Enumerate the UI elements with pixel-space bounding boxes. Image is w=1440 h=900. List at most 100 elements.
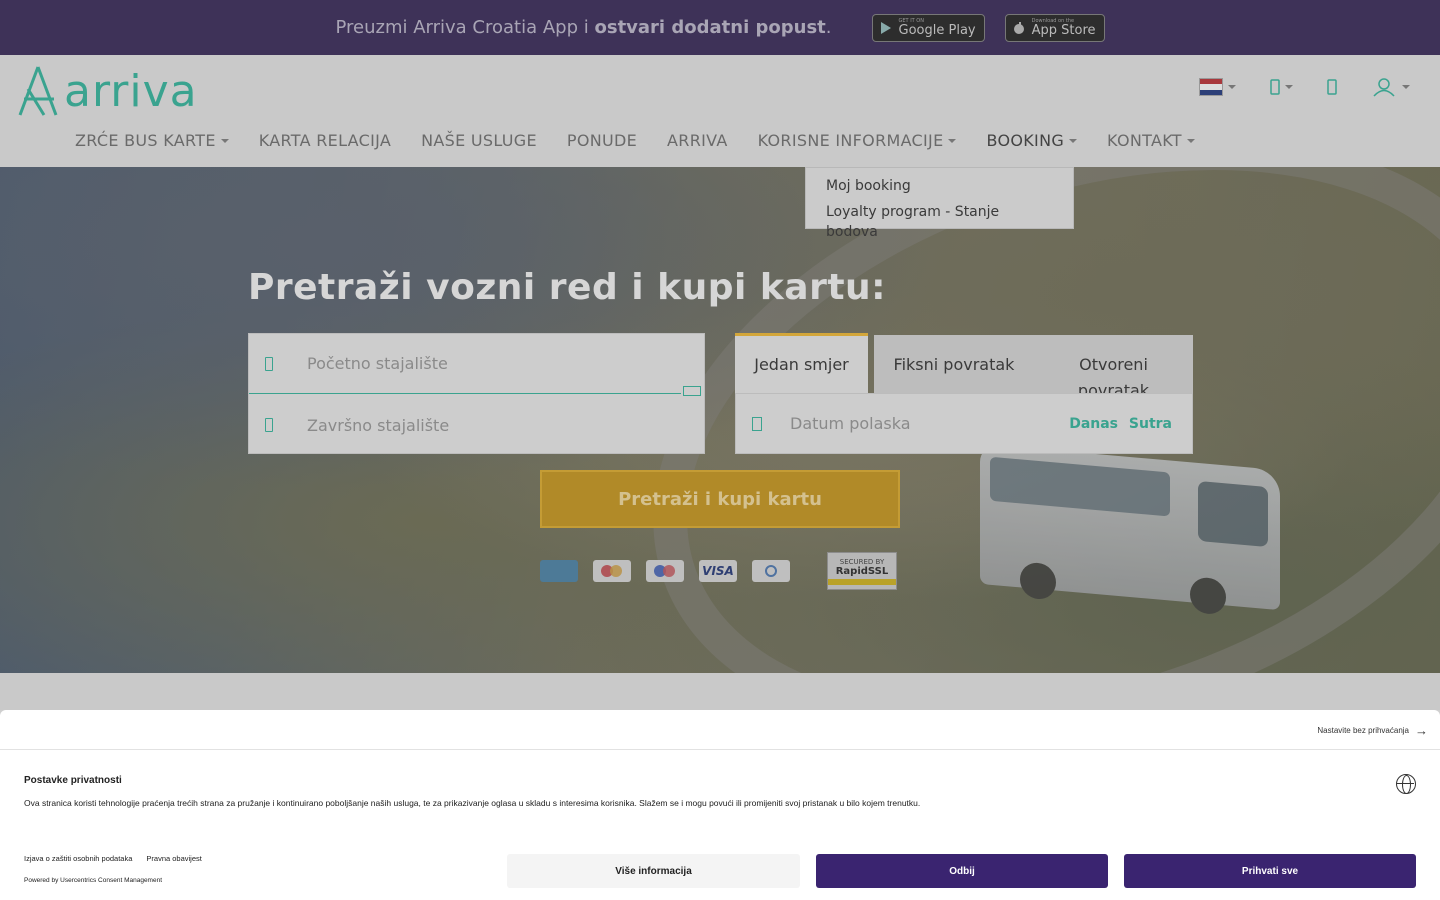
google-play-badge[interactable]: GET IT ON Google Play: [871, 13, 985, 42]
nav-label: BOOKING: [986, 131, 1065, 150]
nav-kontakt[interactable]: KONTAKT: [1092, 127, 1210, 155]
croatia-flag-icon: [1199, 78, 1223, 96]
nav-label: PONUDE: [566, 131, 638, 150]
promo-text-prefix: Preuzmi Arriva Croatia App i: [335, 17, 595, 38]
more-info-label: Više informacija: [615, 865, 692, 877]
stops-form: Početno stajalište Završno stajalište: [248, 333, 705, 454]
tab-label: Otvoreni: [1079, 354, 1148, 374]
nav-booking[interactable]: BOOKING: [971, 127, 1092, 155]
to-field[interactable]: Završno stajalište: [249, 395, 704, 455]
consent-links: Izjava o zaštiti osobnih podataka Pravna…: [24, 854, 216, 863]
quick-date-links: Danas Sutra: [1063, 416, 1172, 432]
amex-icon: [540, 560, 578, 582]
hero-title: Pretraži vozni red i kupi kartu:: [248, 267, 887, 308]
tab-label: Jedan smjer: [754, 355, 849, 374]
payment-methods: VISA SECURED BY RapidSSL: [540, 552, 897, 590]
nav-label: KORISNE INFORMACIJE: [757, 131, 944, 150]
hero-section: Pretraži vozni red i kupi kartu: Početno…: [0, 167, 1440, 673]
consent-body: Ova stranica koristi tehnologije praćenj…: [24, 798, 921, 808]
maestro-icon: [646, 560, 684, 582]
cart-button[interactable]: [1327, 79, 1337, 95]
dropdown-item-moj-booking[interactable]: Moj booking: [806, 176, 1073, 202]
arriva-logo[interactable]: arriva: [14, 65, 198, 117]
promo-text-suffix: .: [825, 17, 832, 38]
promo-text-bold: ostvari dodatni popust: [594, 17, 826, 38]
accept-label: Prihvati sve: [1241, 865, 1299, 877]
search-buy-button[interactable]: Pretraži i kupi kartu: [540, 470, 900, 528]
privacy-policy-link[interactable]: Izjava o zaštiti osobnih podataka: [24, 854, 132, 863]
google-play-icon: [880, 21, 891, 34]
from-field[interactable]: Početno stajalište: [249, 334, 681, 394]
phone-menu[interactable]: [1270, 79, 1293, 95]
nav-nase-usluge[interactable]: NAŠE USLUGE: [406, 127, 552, 155]
app-store-big-text: App Store: [1031, 23, 1096, 38]
chevron-down-icon: [1069, 139, 1078, 143]
search-button-label: Pretraži i kupi kartu: [618, 488, 822, 510]
bus-image: [980, 443, 1280, 616]
mastercard-icon: [593, 560, 631, 582]
departure-date-field[interactable]: Datum polaska Danas Sutra: [735, 393, 1193, 454]
diners-club-icon: [752, 560, 790, 582]
chevron-down-icon: [1228, 85, 1236, 89]
tab-fixed-return[interactable]: Fiksni povratak: [874, 335, 1034, 393]
language-selector[interactable]: [1199, 78, 1236, 96]
language-globe-icon[interactable]: [1396, 774, 1416, 794]
continue-label: Nastavite bez prihvaćanja: [1317, 726, 1409, 735]
google-play-big-text: Google Play: [898, 23, 976, 38]
ssl-line2: RapidSSL: [835, 565, 889, 577]
location-pin-icon: [265, 418, 273, 432]
arrow-right-icon: →: [1415, 723, 1428, 738]
ssl-line1: SECURED BY: [839, 557, 885, 566]
legal-notice-link[interactable]: Pravna obavijest: [146, 854, 201, 863]
chevron-down-icon: [1285, 85, 1293, 89]
nav-karta-relacija[interactable]: KARTA RELACIJA: [244, 127, 406, 155]
trip-options: Jedan smjer Fiksni povratak Otvoreni povr…: [735, 333, 1193, 454]
nav-label: KONTAKT: [1107, 131, 1182, 150]
app-promo-bar: Preuzmi Arriva Croatia App i ostvari dod…: [0, 0, 1440, 55]
nav-arriva[interactable]: ARRIVA: [652, 127, 743, 155]
cart-icon: [1327, 79, 1337, 95]
nav-label: NAŠE USLUGE: [421, 131, 537, 150]
accept-all-button[interactable]: Prihvati sve: [1124, 854, 1416, 888]
continue-without-accepting[interactable]: Nastavite bez prihvaćanja →: [1317, 723, 1428, 738]
from-placeholder: Početno stajalište: [307, 354, 448, 373]
nav-zrce-bus-karte[interactable]: ZRĆE BUS KARTE: [60, 127, 244, 155]
tab-open-return[interactable]: Otvoreni povratak: [1034, 335, 1193, 400]
more-info-button[interactable]: Više informacija: [507, 854, 800, 888]
nav-label: ARRIVA: [667, 131, 728, 150]
user-menu[interactable]: [1371, 77, 1410, 97]
user-icon: [1373, 78, 1395, 97]
arriva-logo-icon: [18, 66, 58, 116]
to-placeholder: Završno stajalište: [307, 415, 450, 435]
tab-one-way[interactable]: Jedan smjer: [735, 333, 868, 393]
trip-type-tabs: Jedan smjer Fiksni povratak Otvoreni povr…: [735, 333, 1193, 400]
site-header: arriva ZRĆE BUS KARTE KARTA RELACIJA NAŠ…: [0, 55, 1440, 167]
deny-label: Odbij: [949, 865, 975, 877]
rapidssl-badge: SECURED BY RapidSSL: [827, 552, 897, 590]
logo-text: arriva: [64, 65, 198, 117]
chevron-down-icon: [948, 139, 957, 143]
consent-title: Postavke privatnosti: [24, 775, 122, 786]
apple-icon: [1013, 21, 1024, 34]
nav-label: KARTA RELACIJA: [258, 131, 392, 150]
powered-by: Powered by Usercentrics Consent Manageme…: [24, 877, 163, 884]
nav-ponude[interactable]: PONUDE: [552, 127, 652, 155]
calendar-icon: [752, 416, 762, 431]
nav-label: ZRĆE BUS KARTE: [75, 131, 216, 150]
app-store-badge[interactable]: Download on the App Store: [1004, 13, 1105, 42]
chevron-down-icon: [1402, 85, 1410, 89]
phone-icon: [1270, 79, 1280, 95]
today-link[interactable]: Danas: [1069, 416, 1118, 432]
deny-button[interactable]: Odbij: [816, 854, 1108, 888]
booking-dropdown: Moj booking Loyalty program - Stanje bod…: [805, 167, 1074, 240]
location-pin-icon: [265, 356, 273, 371]
content-strip: [0, 673, 1440, 710]
dropdown-item-loyalty[interactable]: Loyalty program - Stanje bodova: [806, 202, 1073, 240]
nav-korisne-informacije[interactable]: KORISNE INFORMACIJE: [743, 127, 972, 155]
chevron-down-icon: [220, 139, 229, 143]
consent-top-bar: Nastavite bez prihvaćanja →: [0, 710, 1440, 750]
header-tools: [1165, 77, 1410, 97]
tomorrow-link[interactable]: Sutra: [1129, 416, 1172, 432]
promo-text: Preuzmi Arriva Croatia App i ostvari dod…: [336, 17, 832, 38]
visa-icon: VISA: [699, 560, 737, 582]
